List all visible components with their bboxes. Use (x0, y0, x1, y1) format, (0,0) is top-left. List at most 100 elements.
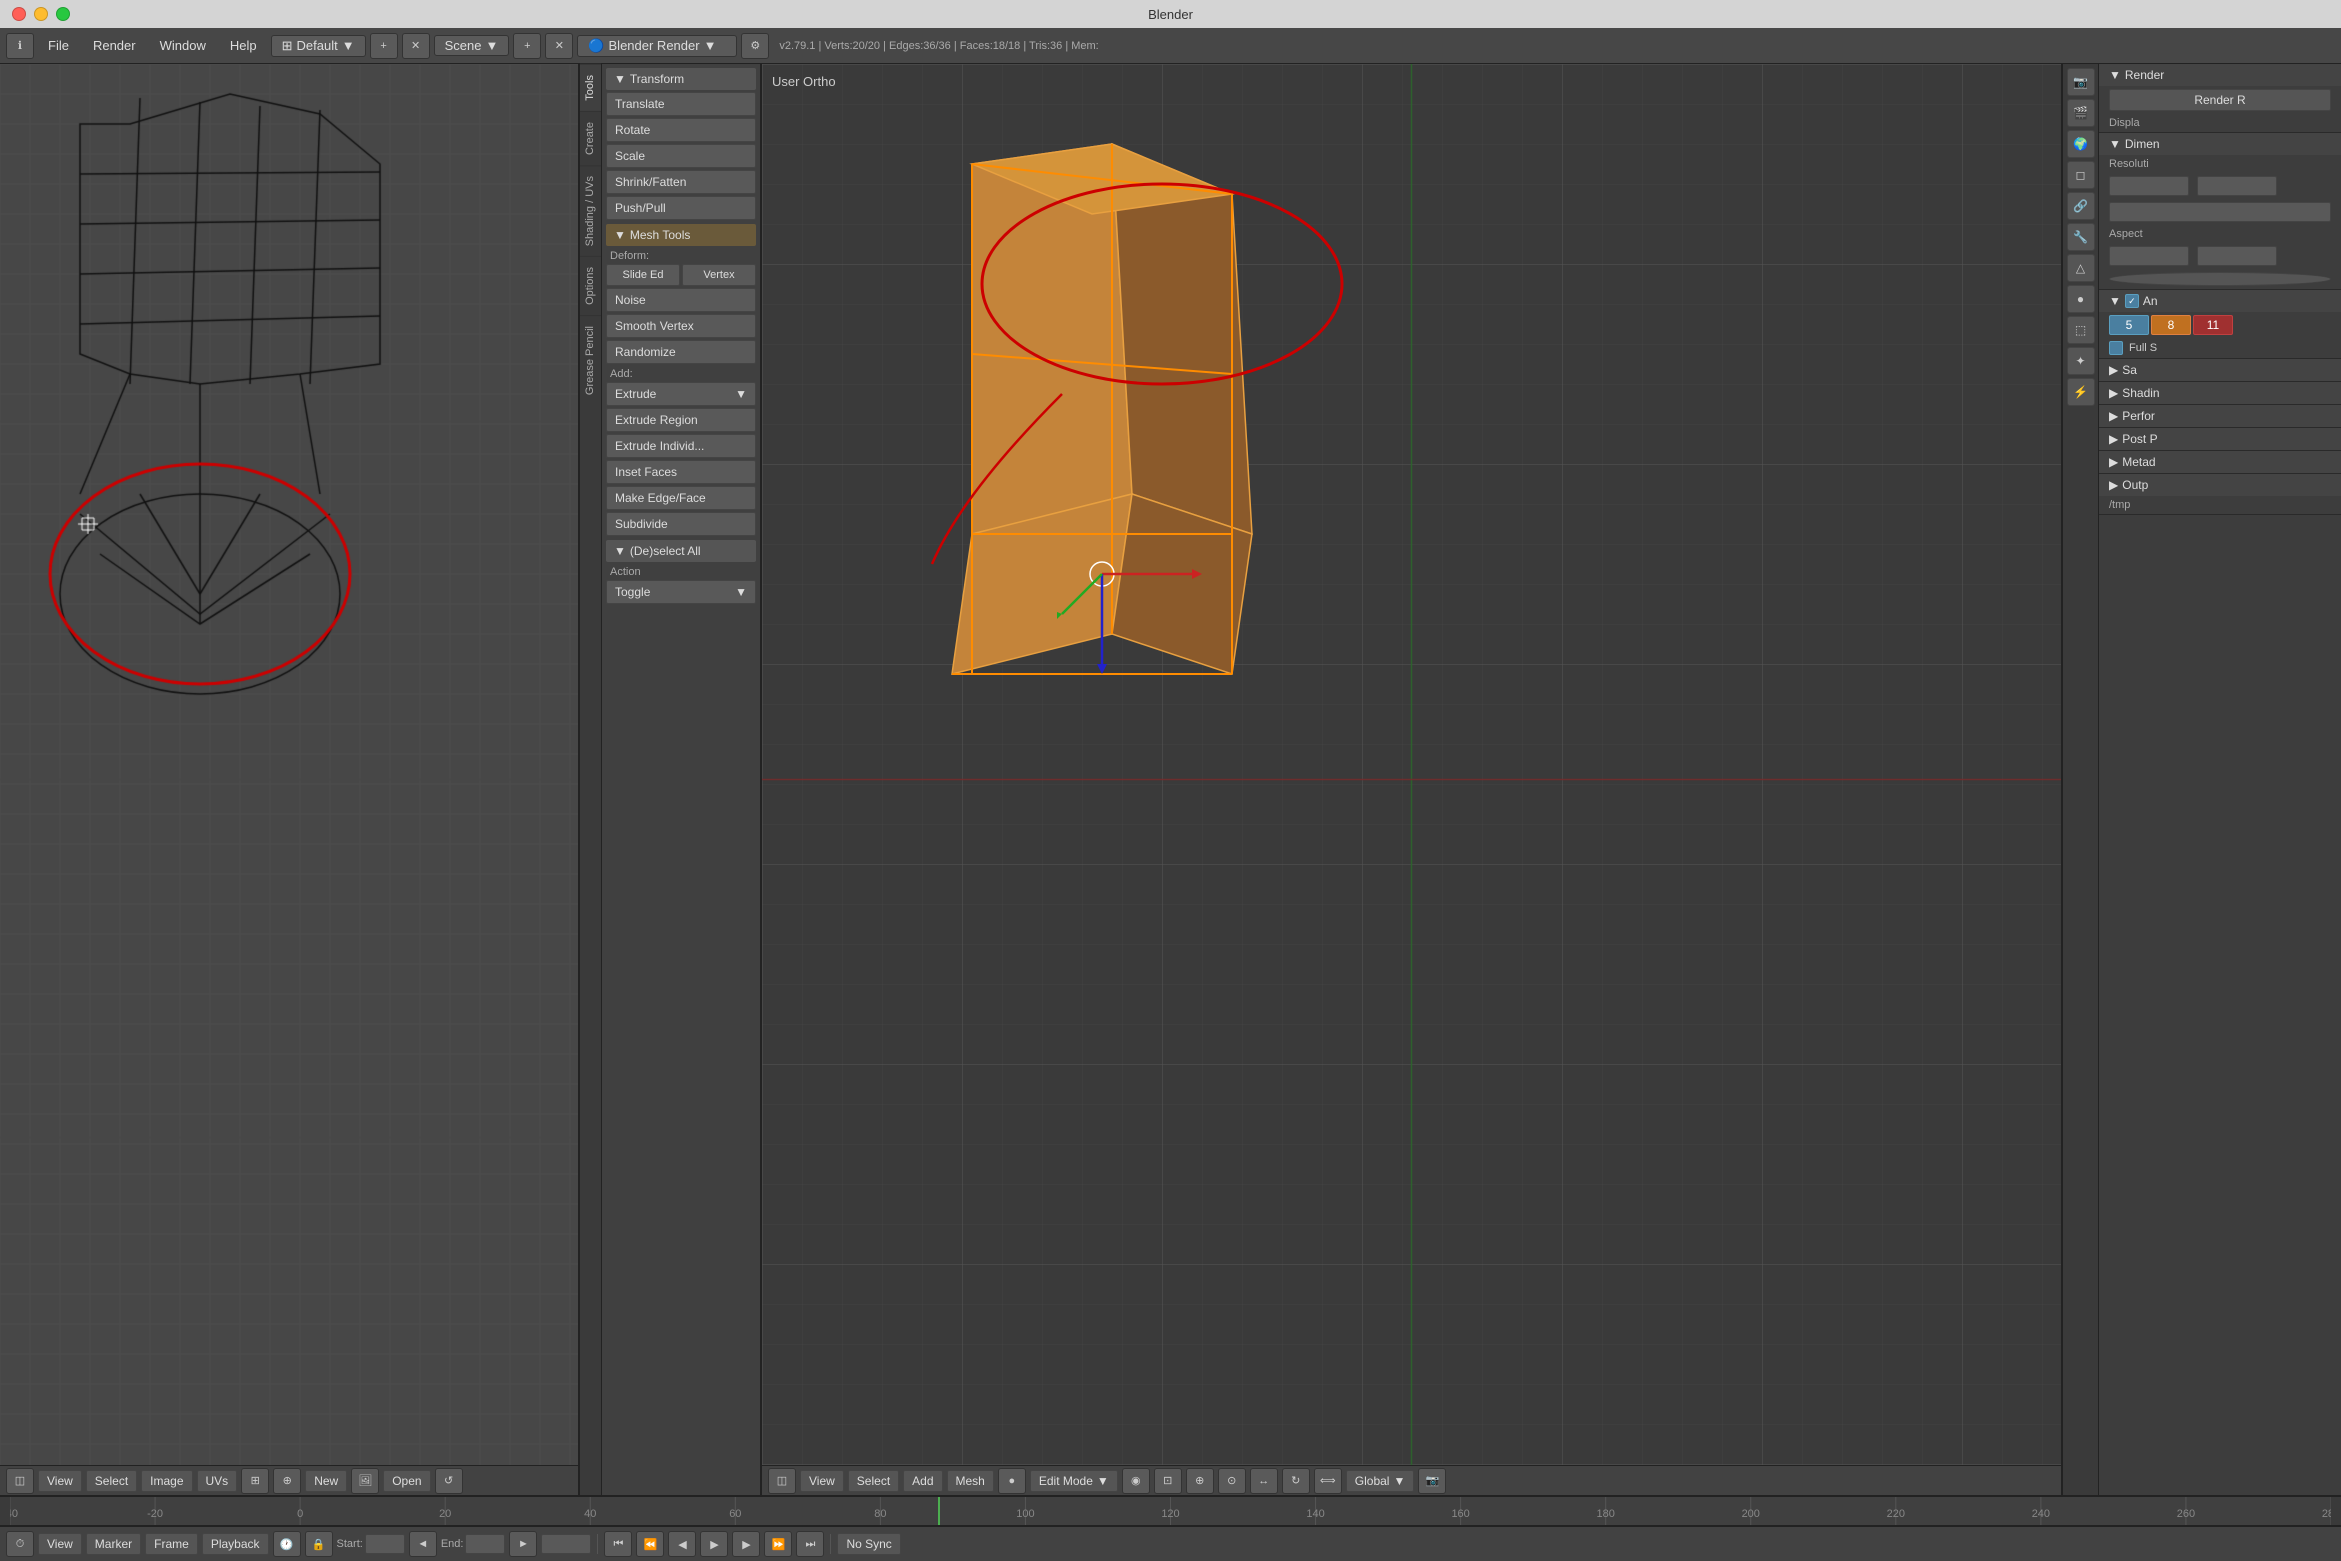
uv-view-btn[interactable]: View (38, 1470, 82, 1492)
viewport-icon[interactable]: ◫ (768, 1468, 796, 1494)
current-frame-input[interactable]: 151 (541, 1534, 591, 1554)
noise-btn[interactable]: Noise (606, 288, 756, 312)
transform-header[interactable]: ▼ Transform (606, 68, 756, 90)
tab-shading-uvs[interactable]: Shading / UVs (580, 165, 601, 256)
uv-open-btn[interactable]: Open (383, 1470, 430, 1492)
aspect-x-input[interactable]: 1.000 (2109, 246, 2189, 266)
next-keyframe-icon[interactable]: ▶ (732, 1531, 760, 1557)
skip-start-icon[interactable]: ⏮ (604, 1531, 632, 1557)
uv-image2-icon[interactable]: 🖼 (351, 1468, 379, 1494)
vertex-icon[interactable]: ⊡ (1154, 1468, 1182, 1494)
shading-title[interactable]: ▶ Shadin (2099, 382, 2341, 404)
extrude-region-btn[interactable]: Extrude Region (606, 408, 756, 432)
mesh-tools-header[interactable]: ▼ Mesh Tools (606, 224, 756, 246)
skip-end-icon[interactable]: ⏭ (796, 1531, 824, 1557)
uv-editor-icon[interactable]: ◫ (6, 1468, 34, 1494)
tab-tools[interactable]: Tools (580, 64, 601, 111)
prev-keyframe-icon[interactable]: ◀ (668, 1531, 696, 1557)
timeline-icon[interactable]: ⏱ (6, 1531, 34, 1557)
extrude-dropdown[interactable]: Extrude ▼ (606, 382, 756, 406)
add-btn-3d[interactable]: Add (903, 1470, 942, 1492)
aspect-y-input[interactable]: 1.000 (2197, 246, 2277, 266)
uv-uvs-btn[interactable]: UVs (197, 1470, 238, 1492)
minimize-button[interactable] (34, 7, 48, 21)
slide-edge-btn[interactable]: Slide Ed (606, 264, 680, 286)
add-workspace-icon[interactable]: + (370, 33, 398, 59)
inset-faces-btn[interactable]: Inset Faces (606, 460, 756, 484)
dimensions-section-title[interactable]: ▼ Dimen (2099, 133, 2341, 155)
texture-icon[interactable]: ⬚ (2067, 316, 2095, 344)
rotate-icon[interactable]: ↻ (1282, 1468, 1310, 1494)
output-title[interactable]: ▶ Outp (2099, 474, 2341, 496)
uv-image-btn[interactable]: Image (141, 1470, 192, 1492)
menu-render[interactable]: Render (83, 35, 146, 56)
data-icon[interactable]: △ (2067, 254, 2095, 282)
constraints-icon[interactable]: 🔗 (2067, 192, 2095, 220)
start-input[interactable]: 1 (365, 1534, 405, 1554)
timeline-cursor[interactable] (938, 1497, 940, 1525)
clock-icon[interactable]: 🕐 (273, 1531, 301, 1557)
proportional-icon[interactable]: ⊙ (1218, 1468, 1246, 1494)
perf-title[interactable]: ▶ Perfor (2099, 405, 2341, 427)
lock-icon[interactable]: 🔒 (305, 1531, 333, 1557)
antialias-check[interactable]: ✓ (2125, 294, 2139, 308)
aa-val3[interactable]: 11 (2193, 315, 2233, 335)
uv-new-btn[interactable]: New (305, 1470, 347, 1492)
subdivide-btn[interactable]: Subdivide (606, 512, 756, 536)
smooth-vertex-btn[interactable]: Smooth Vertex (606, 314, 756, 338)
workspace-selector[interactable]: ⊞ Default ▼ (271, 35, 366, 57)
meta-title[interactable]: ▶ Metad (2099, 451, 2341, 473)
menu-file[interactable]: File (38, 35, 79, 56)
marker-btn[interactable]: Marker (86, 1533, 141, 1555)
viewport-3d[interactable]: User Ortho (151) Cube ◫ View Select Add … (762, 64, 2061, 1495)
vertex-btn[interactable]: Vertex (682, 264, 756, 286)
material-icon[interactable]: ● (2067, 285, 2095, 313)
border-btn[interactable] (2109, 272, 2331, 286)
playback-btn[interactable]: Playback (202, 1533, 269, 1555)
arrow-prev-icon[interactable]: ◄ (409, 1531, 437, 1557)
close-button[interactable] (12, 7, 26, 21)
maximize-button[interactable] (56, 7, 70, 21)
scene-selector[interactable]: Scene ▼ (434, 35, 510, 56)
object-icon[interactable]: ◻ (2067, 161, 2095, 189)
end-input[interactable]: 250 (465, 1534, 505, 1554)
mesh-btn-3d[interactable]: Mesh (947, 1470, 994, 1492)
menu-window[interactable]: Window (150, 35, 216, 56)
view-btn-3d[interactable]: View (800, 1470, 844, 1492)
engine-selector[interactable]: 🔵 Blender Render ▼ (577, 35, 737, 57)
menu-help[interactable]: Help (220, 35, 267, 56)
edit-mode-selector[interactable]: Edit Mode ▼ (1030, 1470, 1118, 1492)
uv-add-icon[interactable]: ⊕ (273, 1468, 301, 1494)
view-timeline-btn[interactable]: View (38, 1533, 82, 1555)
uv-canvas[interactable] (0, 64, 578, 1495)
camera-icon[interactable]: 📷 (1418, 1468, 1446, 1494)
antialias-title[interactable]: ▼ ✓ An (2099, 290, 2341, 312)
scene-icon[interactable]: 🎬 (2067, 99, 2095, 127)
modifier-icon[interactable]: 🔧 (2067, 223, 2095, 251)
info-icon[interactable]: ℹ (6, 33, 34, 59)
shrink-fatten-btn[interactable]: Shrink/Fatten (606, 170, 756, 194)
tab-grease-pencil[interactable]: Grease Pencil (580, 315, 601, 405)
no-sync-btn[interactable]: No Sync (837, 1533, 900, 1555)
remove-workspace-icon[interactable]: ✕ (402, 33, 430, 59)
push-pull-btn[interactable]: Push/Pull (606, 196, 756, 220)
tab-options[interactable]: Options (580, 256, 601, 315)
transform-icon[interactable]: ↔ (1250, 1468, 1278, 1494)
snap-icon[interactable]: ⊕ (1186, 1468, 1214, 1494)
scale-icon[interactable]: ⟺ (1314, 1468, 1342, 1494)
post-title[interactable]: ▶ Post P (2099, 428, 2341, 450)
aa-val2[interactable]: 8 (2151, 315, 2191, 335)
next-frame-icon[interactable]: ⏩ (764, 1531, 792, 1557)
deselect-header[interactable]: ▼ (De)select All (606, 540, 756, 562)
randomize-btn[interactable]: Randomize (606, 340, 756, 364)
sampling-title[interactable]: ▶ Sa (2099, 359, 2341, 381)
uv-select-btn[interactable]: Select (86, 1470, 137, 1492)
add-scene-icon[interactable]: + (513, 33, 541, 59)
make-edge-face-btn[interactable]: Make Edge/Face (606, 486, 756, 510)
translate-btn[interactable]: Translate (606, 92, 756, 116)
toggle-dropdown[interactable]: Toggle ▼ (606, 580, 756, 604)
render-section-title[interactable]: ▼ Render (2099, 64, 2341, 86)
extrude-individ-btn[interactable]: Extrude Individ... (606, 434, 756, 458)
full-sample-check[interactable] (2109, 341, 2123, 355)
render-btn[interactable]: Render R (2109, 89, 2331, 111)
